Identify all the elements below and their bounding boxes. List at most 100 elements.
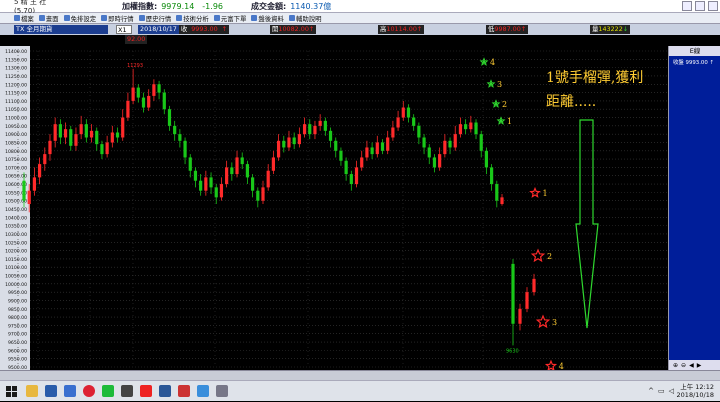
system-clock[interactable]: 上午 12:12 2018/10/18 [677, 383, 714, 399]
y-tick-label: 9850.00 [8, 307, 27, 313]
right-panel-value: 收盤 9993.00 ↑ [673, 60, 715, 66]
candle-body [152, 84, 156, 96]
y-tick-label: 9750.00 [8, 323, 27, 329]
candle-body [219, 184, 224, 198]
taskbar-app-trading[interactable] [174, 381, 193, 402]
right-panel-title[interactable]: E線 [669, 46, 720, 56]
marker-label: 1 [543, 189, 548, 198]
pan-right-icon[interactable]: ▶ [697, 362, 702, 369]
maximize-icon[interactable] [695, 1, 705, 11]
toolbar-history[interactable]: 歷史行情 [138, 14, 171, 23]
candle-body [126, 100, 130, 118]
candle-body [157, 84, 161, 93]
candle-body [448, 140, 452, 148]
taskbar-app-explorer[interactable] [212, 381, 231, 402]
history-icon [138, 15, 145, 21]
candle-body [240, 157, 244, 165]
close-icon[interactable] [708, 1, 718, 11]
candle-body [225, 167, 229, 185]
toolbar-technical[interactable]: 技術分析 [176, 14, 209, 23]
y-tick-label: 9650.00 [8, 340, 27, 346]
taskbar-app-folder[interactable] [22, 381, 41, 402]
turnover-value: 1140.37億 [290, 1, 332, 11]
gear-center [482, 60, 486, 64]
candle-body [37, 164, 42, 178]
photos-icon [196, 385, 209, 397]
taskbar-app-media[interactable] [117, 381, 136, 402]
candle-body [511, 263, 515, 324]
high-label: 11293 [127, 63, 143, 69]
candle-body [532, 278, 536, 293]
candle-body [48, 140, 52, 155]
taskbar-app-mail[interactable] [60, 381, 79, 402]
candle-body [276, 140, 281, 158]
toolbar-afterhours[interactable]: 盤後資料 [251, 14, 284, 23]
line-icon [101, 385, 114, 397]
candle-body [266, 170, 270, 188]
taskbar-app-store[interactable] [41, 381, 60, 402]
candle-body [344, 160, 348, 175]
candle-body [391, 127, 395, 138]
candle-body [27, 190, 31, 205]
minimize-icon[interactable] [682, 1, 692, 11]
candle-body [167, 109, 172, 126]
start-button[interactable] [0, 381, 22, 402]
chart-scrollbar[interactable] [0, 370, 720, 380]
taskbar: ^ ▭ ◁ 上午 12:12 2018/10/18 [0, 380, 720, 401]
toolbar-file[interactable]: 檔案 [14, 14, 34, 23]
annotation-text: 1號手榴彈,獲利 距離..... [546, 66, 656, 114]
candle-body [328, 130, 333, 141]
y-tick-label: 11250.00 [5, 74, 27, 80]
candle-body [323, 120, 327, 131]
candle-body [214, 187, 218, 198]
y-tick-label: 10950.00 [5, 124, 27, 130]
taskbar-app-word[interactable] [155, 381, 174, 402]
taskbar-app-chrome[interactable] [79, 381, 98, 402]
taskbar-app-photos[interactable] [193, 381, 212, 402]
candle-body [58, 124, 62, 138]
y-tick-label: 10150.00 [5, 257, 27, 263]
candle-body [110, 132, 114, 143]
data-icon [251, 15, 258, 21]
index-change: -1.96 [202, 1, 223, 11]
candle-body [354, 167, 359, 185]
symbol-select[interactable]: TX 全月期貨 [14, 25, 108, 34]
period-select[interactable]: X1 [116, 25, 132, 34]
media-icon [120, 385, 133, 397]
pan-left-icon[interactable]: ◀ [689, 362, 694, 369]
zoom-in-icon[interactable]: ⊕ [673, 362, 678, 369]
y-tick-label: 11100.00 [5, 99, 27, 105]
candle-body [297, 134, 301, 145]
y-tick-label: 11050.00 [5, 107, 27, 113]
gear-center [494, 102, 498, 106]
taskbar-app-youtube[interactable] [136, 381, 155, 402]
quote-volume: 量143222↓ [590, 25, 631, 34]
candle-body [386, 137, 390, 151]
secondary-value: 92.00 [125, 35, 148, 44]
candle-body [131, 87, 135, 101]
y-tick-label: 10050.00 [5, 274, 27, 280]
candle-body [199, 180, 203, 191]
word-icon [158, 385, 171, 397]
toolbar-realtime[interactable]: 即時行情 [101, 14, 134, 23]
volume-icon[interactable]: ◁ [669, 387, 674, 395]
toolbar-help[interactable]: 輔助說明 [288, 14, 322, 23]
marker-label: 1 [507, 117, 512, 126]
y-tick-label: 10700.00 [5, 165, 27, 171]
toolbar-view[interactable]: 畫面 [38, 14, 59, 23]
candle-body [495, 184, 499, 201]
marker-label: 4 [559, 362, 564, 370]
candle-body [469, 122, 473, 130]
network-icon[interactable]: ▭ [658, 387, 665, 395]
y-tick-label: 10400.00 [5, 215, 27, 221]
chevron-up-icon[interactable]: ^ [648, 387, 654, 395]
candle-body [100, 144, 104, 155]
annotation-line1: 1號手榴彈,獲利 [546, 70, 644, 86]
y-tick-label: 10350.00 [5, 224, 27, 230]
taskbar-app-line[interactable] [98, 381, 117, 402]
candle-body [500, 197, 504, 205]
y-tick-label: 11200.00 [5, 82, 27, 88]
zoom-out-icon[interactable]: ⊖ [681, 362, 686, 369]
toolbar-settings[interactable]: 免排設定 [63, 14, 96, 23]
toolbar-order[interactable]: 元富下單 [213, 14, 246, 23]
